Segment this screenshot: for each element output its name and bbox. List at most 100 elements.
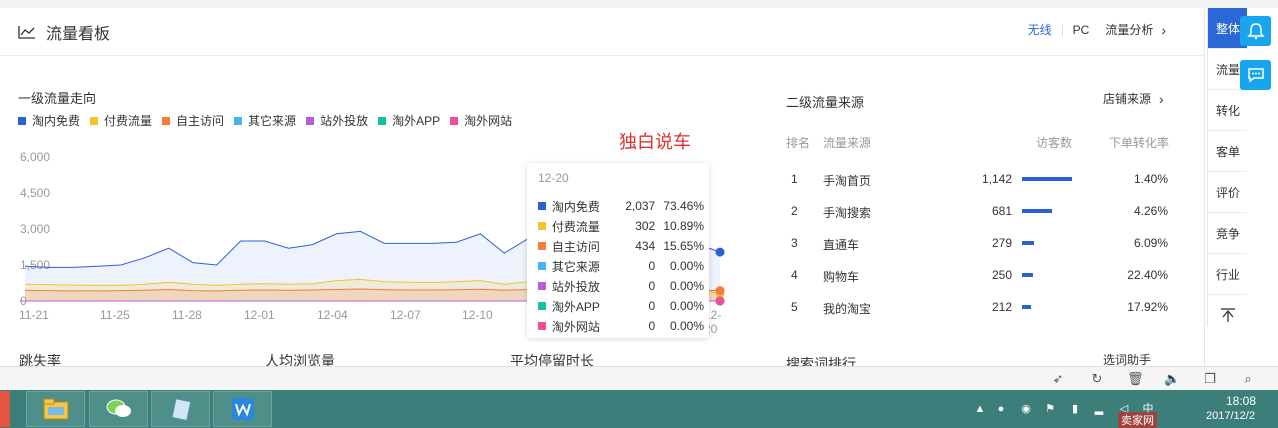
primary-flow-title: 一级流量走向 (18, 91, 97, 106)
tooltip-row: 站外投放 0 0.00% (538, 277, 704, 295)
tooltip-value: 0 (648, 319, 656, 333)
shop-source-link[interactable]: 店铺来源 › (1103, 90, 1164, 107)
legend-swatch (234, 116, 243, 125)
source-cell: 手淘首页 (823, 174, 872, 188)
series-end-point[interactable] (715, 296, 725, 306)
tray-app-icon[interactable]: ● (994, 402, 1008, 416)
legend-item[interactable]: 淘内免费 (18, 112, 80, 129)
x-tick-label: 12-10 (462, 308, 493, 322)
col-conversion: 下单转化率 (1109, 136, 1170, 150)
top-strip (0, 0, 1278, 8)
legend-item[interactable]: 其它来源 (234, 112, 296, 129)
tray-battery-icon[interactable]: ▮ (1068, 402, 1082, 416)
x-tick-label: 12-01 (244, 308, 275, 322)
visitors-cell: 279 (991, 236, 1012, 250)
legend-item[interactable]: 站外投放 (306, 112, 368, 129)
visitors-cell: 250 (991, 268, 1012, 282)
side-nav-item[interactable]: 评价 (1208, 172, 1247, 213)
side-nav-item[interactable]: 竞争 (1208, 213, 1247, 254)
legend-swatch (90, 116, 99, 125)
tooltip-value: 0 (648, 259, 656, 273)
conversion-cell: 1.40% (1133, 172, 1168, 186)
tooltip-series-name: 其它来源 (551, 259, 600, 274)
tooltip-row: 付费流量 302 10.89% (538, 217, 704, 235)
notification-bell-button[interactable] (1240, 16, 1271, 46)
series-end-point[interactable] (715, 286, 725, 296)
legend-swatch (162, 116, 171, 125)
side-nav: 整体 流量 转化 客单 评价 竞争 行业 (1207, 8, 1247, 326)
visitors-cell: 1,142 (981, 172, 1012, 186)
tooltip-series-name: 淘外网站 (551, 319, 600, 334)
word-helper-link[interactable]: 选词助手 (1103, 351, 1151, 366)
tooltip-value: 2,037 (625, 199, 656, 213)
visitors-bar (1022, 177, 1072, 181)
tab-wireless[interactable]: 无线 (1028, 21, 1052, 38)
legend-item[interactable]: 自主访问 (162, 112, 224, 129)
wechat-icon (106, 399, 131, 417)
header-actions: 无线 PC 流量分析 › (1028, 21, 1166, 38)
series-end-point[interactable] (715, 247, 725, 257)
legend-item[interactable]: 淘外网站 (450, 112, 512, 129)
clock-time: 18:08 (1225, 394, 1257, 408)
tooltip-percent: 0.00% (669, 279, 705, 293)
tooltip-swatch (538, 322, 546, 330)
side-nav-item[interactable]: 客单 (1208, 131, 1247, 172)
tray-arrow-icon[interactable]: ▲ (973, 402, 987, 416)
source-cell: 购物车 (823, 270, 860, 284)
col-source: 流量来源 (823, 136, 872, 150)
legend-swatch (378, 116, 387, 125)
side-nav-item[interactable]: 转化 (1208, 90, 1247, 131)
conversion-cell: 22.40% (1127, 268, 1168, 282)
keyword-rank-label: 搜索词排行 (786, 356, 856, 366)
tooltip-percent: 0.00% (669, 299, 705, 313)
site-watermark: 卖家网 (1118, 412, 1157, 428)
legend-item[interactable]: 淘外APP (378, 112, 440, 129)
tooltip-row: 自主访问 434 15.65% (538, 237, 704, 255)
refresh-icon[interactable]: ↻ (1089, 371, 1105, 387)
visitors-bar (1022, 209, 1052, 213)
tooltip-swatch (538, 222, 546, 230)
tooltip-percent: 0.00% (669, 259, 705, 273)
side-nav-item[interactable]: 行业 (1208, 254, 1247, 295)
tooltip-swatch (538, 262, 546, 270)
tray-flag-icon[interactable]: ⚑ (1043, 402, 1057, 416)
taskbar-wechat[interactable] (89, 391, 148, 427)
browser-toolbar: ➶ ↻ 🗑 🔈 ❐ ⌕ (0, 366, 1278, 390)
tray-signal-icon[interactable]: ▂ (1092, 402, 1106, 416)
back-to-top-button[interactable] (1208, 295, 1247, 335)
taskbar-notes[interactable] (151, 391, 210, 427)
tooltip-series-name: 淘内免费 (551, 199, 600, 214)
app-icon-partial[interactable] (0, 391, 10, 427)
chat-button[interactable] (1240, 60, 1271, 90)
tooltip-percent: 10.89% (663, 219, 705, 233)
chevron-right-icon: › (1161, 21, 1166, 38)
tooltip-swatch (538, 202, 546, 210)
legend-item[interactable]: 付费流量 (90, 112, 152, 129)
visitors-bar (1022, 241, 1034, 245)
legend-label: 淘内免费 (32, 114, 81, 128)
tooltip-value: 0 (648, 299, 656, 313)
tray-wechat-icon[interactable]: ◉ (1019, 402, 1033, 416)
tooltip-series-name: 付费流量 (551, 219, 600, 234)
tooltip-date: 12-20 (538, 171, 569, 185)
window-icon[interactable]: ❐ (1202, 371, 1218, 387)
rocket-icon[interactable]: ➶ (1050, 371, 1066, 387)
arrow-up-icon (1220, 308, 1235, 322)
tab-pc[interactable]: PC (1073, 23, 1090, 37)
search-icon[interactable]: ⌕ (1240, 371, 1256, 387)
traffic-analysis-link[interactable]: 流量分析 (1105, 21, 1153, 38)
chat-icon (1247, 68, 1264, 83)
tooltip-value: 302 (635, 219, 656, 233)
conversion-cell: 17.92% (1127, 300, 1168, 314)
legend-swatch (18, 116, 26, 125)
rank-cell: 4 (791, 268, 798, 282)
tooltip-swatch (538, 302, 546, 310)
volume-icon[interactable]: 🔈 (1164, 371, 1180, 387)
taskbar-wps[interactable] (213, 391, 272, 427)
conversion-cell: 6.09% (1133, 236, 1168, 250)
tooltip-series-name: 自主访问 (551, 239, 600, 254)
trash-icon[interactable]: 🗑 (1127, 371, 1144, 387)
tooltip-series-name: 站外投放 (551, 279, 600, 294)
legend-swatch (450, 116, 459, 125)
taskbar-file-explorer[interactable] (26, 391, 85, 427)
